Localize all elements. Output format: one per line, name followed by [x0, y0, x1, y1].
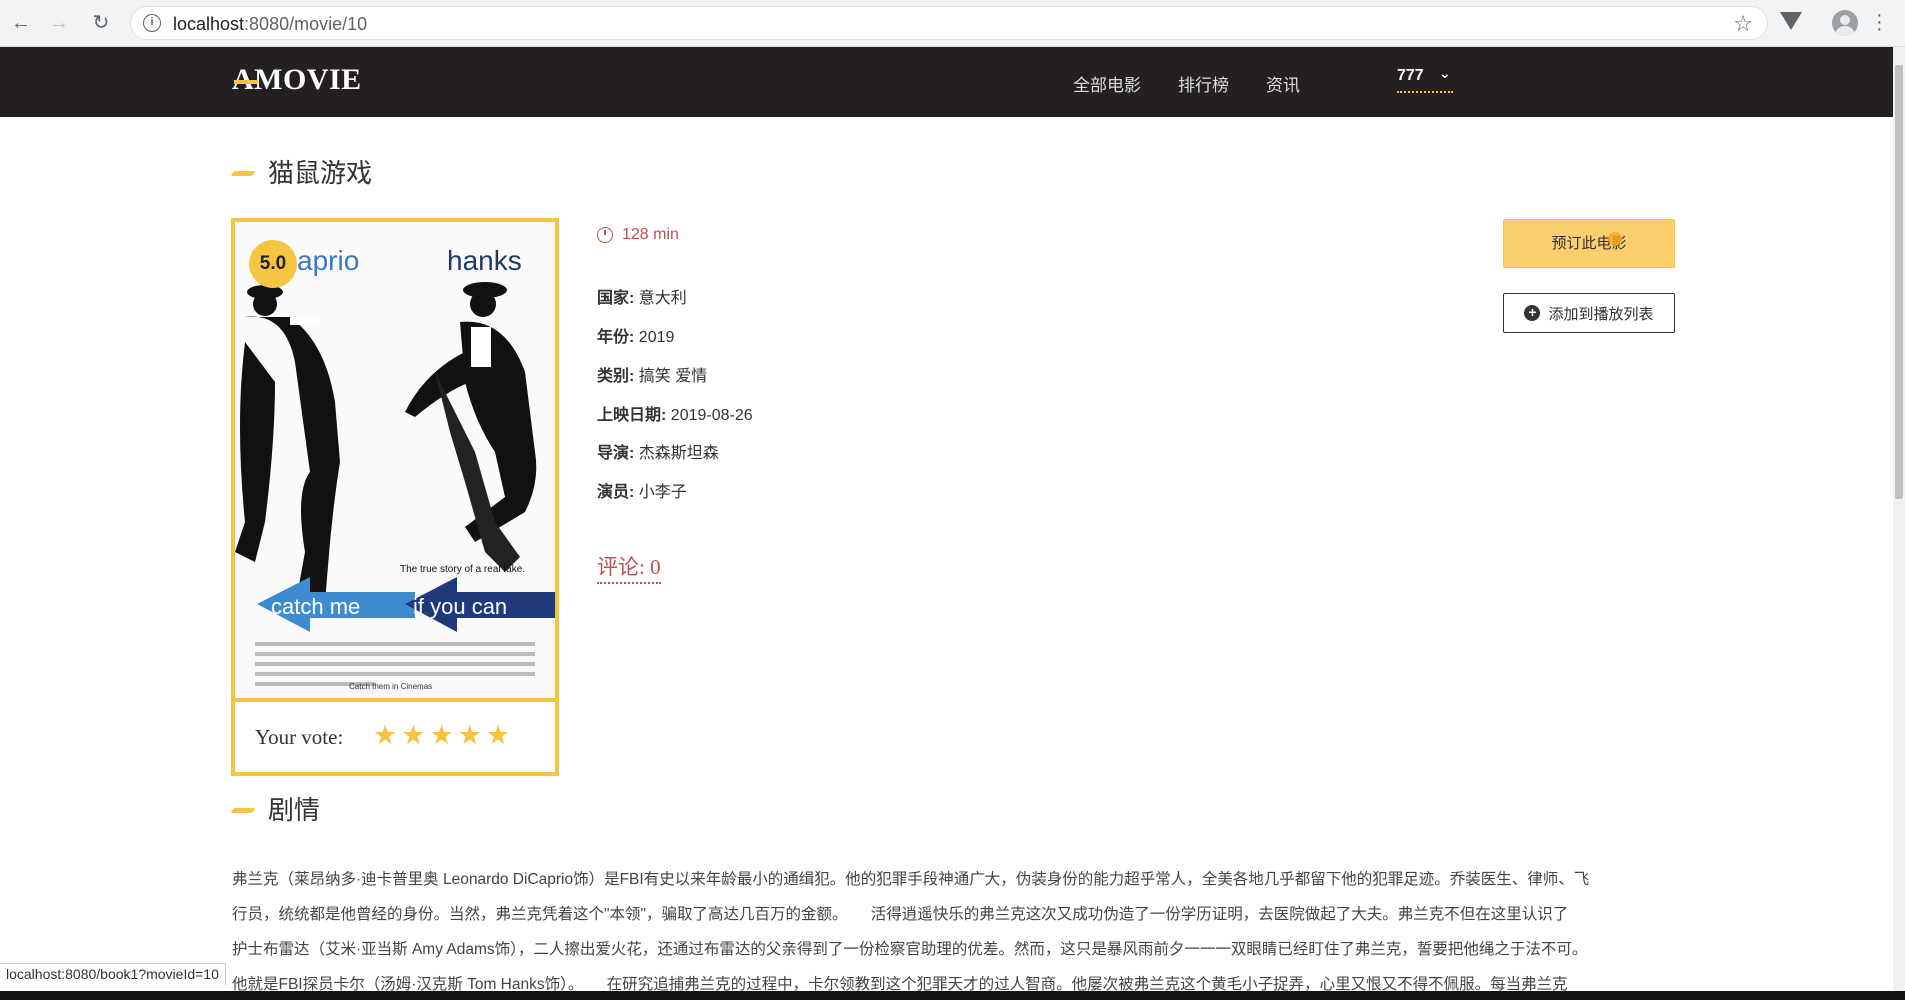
detail-value: 意大利 [638, 290, 687, 307]
plus-circle-icon: + [1524, 305, 1541, 321]
username: 777 [1397, 67, 1424, 84]
poster-footer: Catch them in Cinemas [349, 682, 432, 691]
logo-a: A [232, 63, 259, 96]
user-menu[interactable]: 777 ⌄ [1397, 65, 1453, 93]
cursor-highlight [1608, 232, 1622, 246]
synopsis-line: 护士布雷达（艾米·亚当斯 Amy Adams饰），二人擦出爱火花，还通过布雷达的… [232, 941, 1588, 958]
poster-name-left: aprio [297, 245, 359, 276]
detail-actors: 演员: 小李子 [597, 478, 687, 502]
address-bar[interactable]: i localhost:8080/movie/10 ☆ [130, 6, 1768, 40]
page-scrollbar[interactable] [1893, 47, 1905, 991]
add-playlist-label: 添加到播放列表 [1548, 305, 1654, 323]
star-icon[interactable]: ★ [458, 720, 482, 751]
rating-badge: 5.0 [249, 240, 297, 288]
nav-all-movies[interactable]: 全部电影 [1073, 71, 1141, 96]
movie-title-heading: 猫鼠游戏 [231, 153, 373, 190]
back-icon[interactable]: ← [8, 10, 34, 36]
synopsis-title: 剧情 [268, 795, 321, 825]
forward-icon[interactable]: → [46, 10, 72, 36]
detail-value: 杰森斯坦森 [638, 445, 719, 462]
logo-text: MOVIE [254, 63, 362, 96]
browser-menu-icon[interactable]: · · · [1876, 5, 1883, 39]
url-path: :8080/movie/10 [244, 14, 368, 34]
synopsis-heading: 剧情 [231, 790, 321, 827]
nav-news[interactable]: 资讯 [1266, 71, 1300, 96]
poster-card: aprio hanks The true story of a real fak… [231, 218, 559, 776]
comments-link[interactable]: 评论: 0 [597, 551, 661, 584]
synopsis-line: 行员，统统都是他曾经的身份。当然，弗兰克凭着这个"本领"，骗取了高达几百万的金额… [232, 906, 1569, 923]
detail-year: 年份: 2019 [597, 323, 674, 347]
browser-toolbar: ← → ↻ i localhost:8080/movie/10 ☆ · · · [0, 0, 1905, 47]
poster-image: aprio hanks The true story of a real fak… [235, 222, 555, 698]
url-text[interactable]: localhost:8080/movie/10 [173, 14, 367, 35]
detail-value: 搞笑 爱情 [638, 368, 708, 385]
star-icon[interactable]: ★ [486, 720, 510, 751]
nav-rankings[interactable]: 排行榜 [1178, 71, 1229, 96]
detail-label: 导演: [597, 445, 635, 462]
main-nav: 全部电影 排行榜 资讯 [1073, 71, 1337, 96]
detail-release-date: 上映日期: 2019-08-26 [597, 401, 753, 425]
detail-director: 导演: 杰森斯坦森 [597, 439, 719, 463]
detail-label: 类别: [597, 368, 635, 385]
detail-value: 2019-08-26 [670, 407, 753, 424]
poster-title-left: catch me [271, 594, 360, 619]
duration-text: 128 min [622, 226, 679, 243]
url-host: localhost [173, 14, 245, 34]
movie-info: 128 min 国家: 意大利 年份: 2019 类别: 搞笑 爱情 上映日期:… [597, 226, 753, 584]
profile-avatar-icon[interactable] [1832, 10, 1858, 36]
chevron-down-icon: ⌄ [1439, 65, 1451, 81]
status-bar-url: localhost:8080/book1?movieId=10 [0, 963, 226, 985]
book-movie-button[interactable]: 预订此电影 [1503, 219, 1675, 268]
detail-label: 上映日期: [597, 407, 667, 424]
reload-icon[interactable]: ↻ [88, 10, 114, 36]
os-taskbar [0, 991, 1905, 1000]
star-icon[interactable]: ★ [429, 720, 453, 751]
detail-value: 小李子 [638, 484, 687, 501]
extension-icon[interactable] [1780, 12, 1802, 30]
add-to-playlist-button[interactable]: + 添加到播放列表 [1503, 293, 1675, 333]
detail-value: 2019 [638, 329, 675, 346]
bookmark-star-icon[interactable]: ☆ [1733, 11, 1753, 37]
title-accent-bar [231, 807, 255, 813]
detail-country: 国家: 意大利 [597, 284, 687, 308]
duration: 128 min [597, 226, 679, 244]
your-vote-label: Your vote: [255, 725, 344, 749]
star-icon[interactable]: ★ [373, 720, 397, 751]
title-accent-bar [231, 170, 255, 176]
clock-icon [597, 227, 613, 243]
site-logo[interactable]: AMOVIE [232, 63, 362, 97]
site-info-icon[interactable]: i [143, 14, 161, 32]
poster-name-right: hanks [447, 245, 522, 276]
star-icon[interactable]: ★ [401, 720, 425, 751]
movie-title: 猫鼠游戏 [268, 158, 373, 188]
poster-title-right: if you can [413, 594, 507, 619]
synopsis-text: 弗兰克（莱昂纳多·迪卡普里奥 Leonardo DiCaprio饰）是FBI有史… [232, 862, 1652, 1002]
vote-stars[interactable]: ★ ★ ★ ★ ★ [373, 720, 510, 751]
detail-label: 演员: [597, 484, 635, 501]
detail-label: 国家: [597, 290, 635, 307]
movie-poster: aprio hanks The true story of a real fak… [235, 222, 555, 702]
scroll-thumb[interactable] [1895, 65, 1903, 499]
detail-label: 年份: [597, 329, 635, 346]
site-header: AMOVIE 全部电影 排行榜 资讯 777 ⌄ [0, 47, 1893, 117]
synopsis-line: 弗兰克（莱昂纳多·迪卡普里奥 Leonardo DiCaprio饰）是FBI有史… [232, 871, 1590, 888]
detail-genre: 类别: 搞笑 爱情 [597, 362, 707, 386]
poster-tagline: The true story of a real fake. [400, 564, 525, 575]
